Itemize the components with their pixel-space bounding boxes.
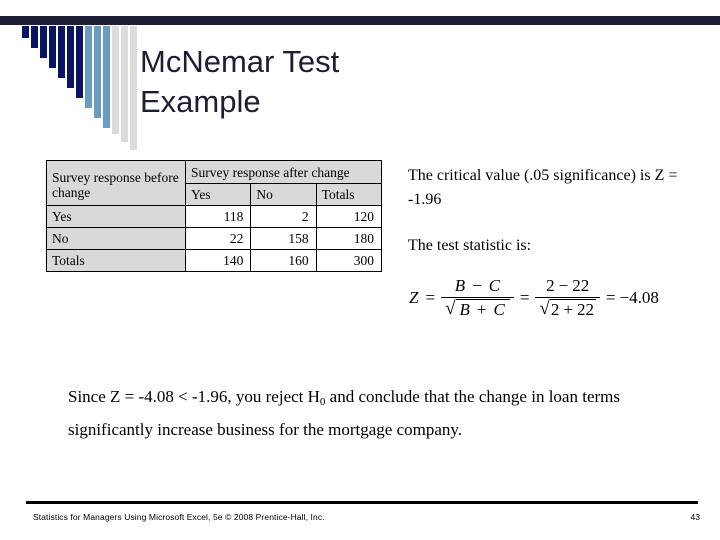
- decorative-bar-7: [76, 26, 83, 98]
- radical-icon-2: √: [539, 298, 550, 320]
- decorative-bar-6: [67, 26, 74, 88]
- table-cell: 158: [250, 227, 317, 250]
- conclusion-paragraph: Since Z = -4.08 < -1.96, you reject H0 a…: [68, 383, 668, 444]
- formula-result: −4.08: [619, 288, 659, 307]
- formula-fraction-symbolic: B − C √ B + C: [439, 276, 516, 320]
- formula-radicand-numeric: 2 +22: [549, 299, 596, 320]
- table-header-row-group: Survey response before change Survey res…: [46, 160, 382, 206]
- page-title-line-1: McNemar Test: [140, 44, 340, 79]
- formula-b-symbol: B: [454, 275, 466, 295]
- page-number: 43: [690, 512, 700, 522]
- formula-b-value: 2: [546, 275, 555, 295]
- table-cell: 160: [250, 249, 317, 272]
- decorative-bar-13: [130, 26, 137, 150]
- formula-fraction-numeric: 2−22 √ 2 +22: [533, 276, 602, 320]
- formula-radicand-symbolic: B + C: [455, 299, 510, 320]
- test-statistic-formula: Z = B − C √ B + C = 2−22 √ 2 + 22 = −4.0…: [406, 268, 718, 328]
- table-row: No 22 158 180: [46, 227, 383, 250]
- critical-value-note: The critical value (.05 significance) is…: [408, 167, 678, 208]
- conclusion-part-1: Since Z = -4.08 < -1.96, you reject H: [68, 387, 320, 406]
- decorative-bar-4: [49, 26, 56, 68]
- table-row-header: Totals: [46, 249, 186, 272]
- table-cell: 118: [184, 205, 252, 228]
- formula-c-value-2: 22: [576, 300, 594, 320]
- table-cell: 180: [315, 227, 383, 250]
- formula-sqrt-numeric: √ 2 +22: [539, 299, 596, 320]
- formula-denominator-numeric: √ 2 +22: [535, 298, 600, 320]
- table-row-header: Yes: [46, 205, 186, 228]
- formula-c-symbol: C: [488, 275, 501, 295]
- formula-plus-2: +: [563, 300, 573, 320]
- formula-equals-1: =: [425, 288, 436, 307]
- formula-sqrt-symbolic: √ B + C: [445, 299, 510, 320]
- table-cell: 300: [315, 249, 383, 272]
- table-column-header-no: No: [250, 183, 317, 206]
- decorative-bar-12: [121, 26, 128, 142]
- decorative-bar-2: [31, 26, 38, 48]
- formula-denominator-symbolic: √ B + C: [441, 298, 514, 320]
- formula-minus-2: −: [558, 275, 569, 295]
- table-cell: 22: [184, 227, 252, 250]
- page-title: McNemar Test Example: [140, 42, 560, 122]
- top-accent-bar: [0, 16, 720, 25]
- table-row-header: No: [46, 227, 186, 250]
- formula-equals-2: =: [519, 288, 530, 307]
- formula-lhs: Z: [409, 288, 419, 307]
- decorative-bar-5: [58, 26, 65, 78]
- decorative-bar-10: [103, 26, 110, 128]
- table-corner-header: Survey response before change: [46, 160, 186, 206]
- formula-b-symbol-2: B: [459, 300, 470, 320]
- footer-divider: [26, 501, 698, 504]
- formula-c-symbol-2: C: [493, 300, 505, 320]
- decorative-bar-1: [22, 26, 29, 38]
- page-title-line-2: Example: [140, 84, 261, 119]
- table-column-header-totals: Totals: [315, 183, 383, 206]
- decorative-bar-9: [94, 26, 101, 118]
- table-column-header-yes: Yes: [184, 183, 252, 206]
- decorative-bar-8: [85, 26, 92, 108]
- formula-numerator-numeric: 2−22: [542, 276, 593, 297]
- table-group-header: Survey response after change: [185, 160, 382, 184]
- formula-c-value: 22: [572, 275, 590, 295]
- table-cell: 120: [315, 205, 383, 228]
- footer-attribution: Statistics for Managers Using Microsoft …: [33, 512, 325, 522]
- contingency-table: Survey response before change Survey res…: [46, 160, 383, 272]
- decorative-staircase-bars: [22, 26, 137, 151]
- test-statistic-label: The test statistic is:: [408, 237, 532, 254]
- radical-icon: √: [445, 298, 456, 320]
- formula-numerator-symbolic: B − C: [448, 276, 507, 297]
- table-row: Totals 140 160 300: [46, 249, 383, 272]
- table-cell: 2: [250, 205, 317, 228]
- formula-minus-1: −: [472, 275, 482, 295]
- decorative-bar-3: [40, 26, 47, 58]
- decorative-bar-11: [112, 26, 119, 134]
- table-cell: 140: [184, 249, 252, 272]
- table-row: Yes 118 2 120: [46, 205, 383, 228]
- formula-plus-1: +: [476, 300, 487, 320]
- formula-equals-3: =: [605, 288, 616, 307]
